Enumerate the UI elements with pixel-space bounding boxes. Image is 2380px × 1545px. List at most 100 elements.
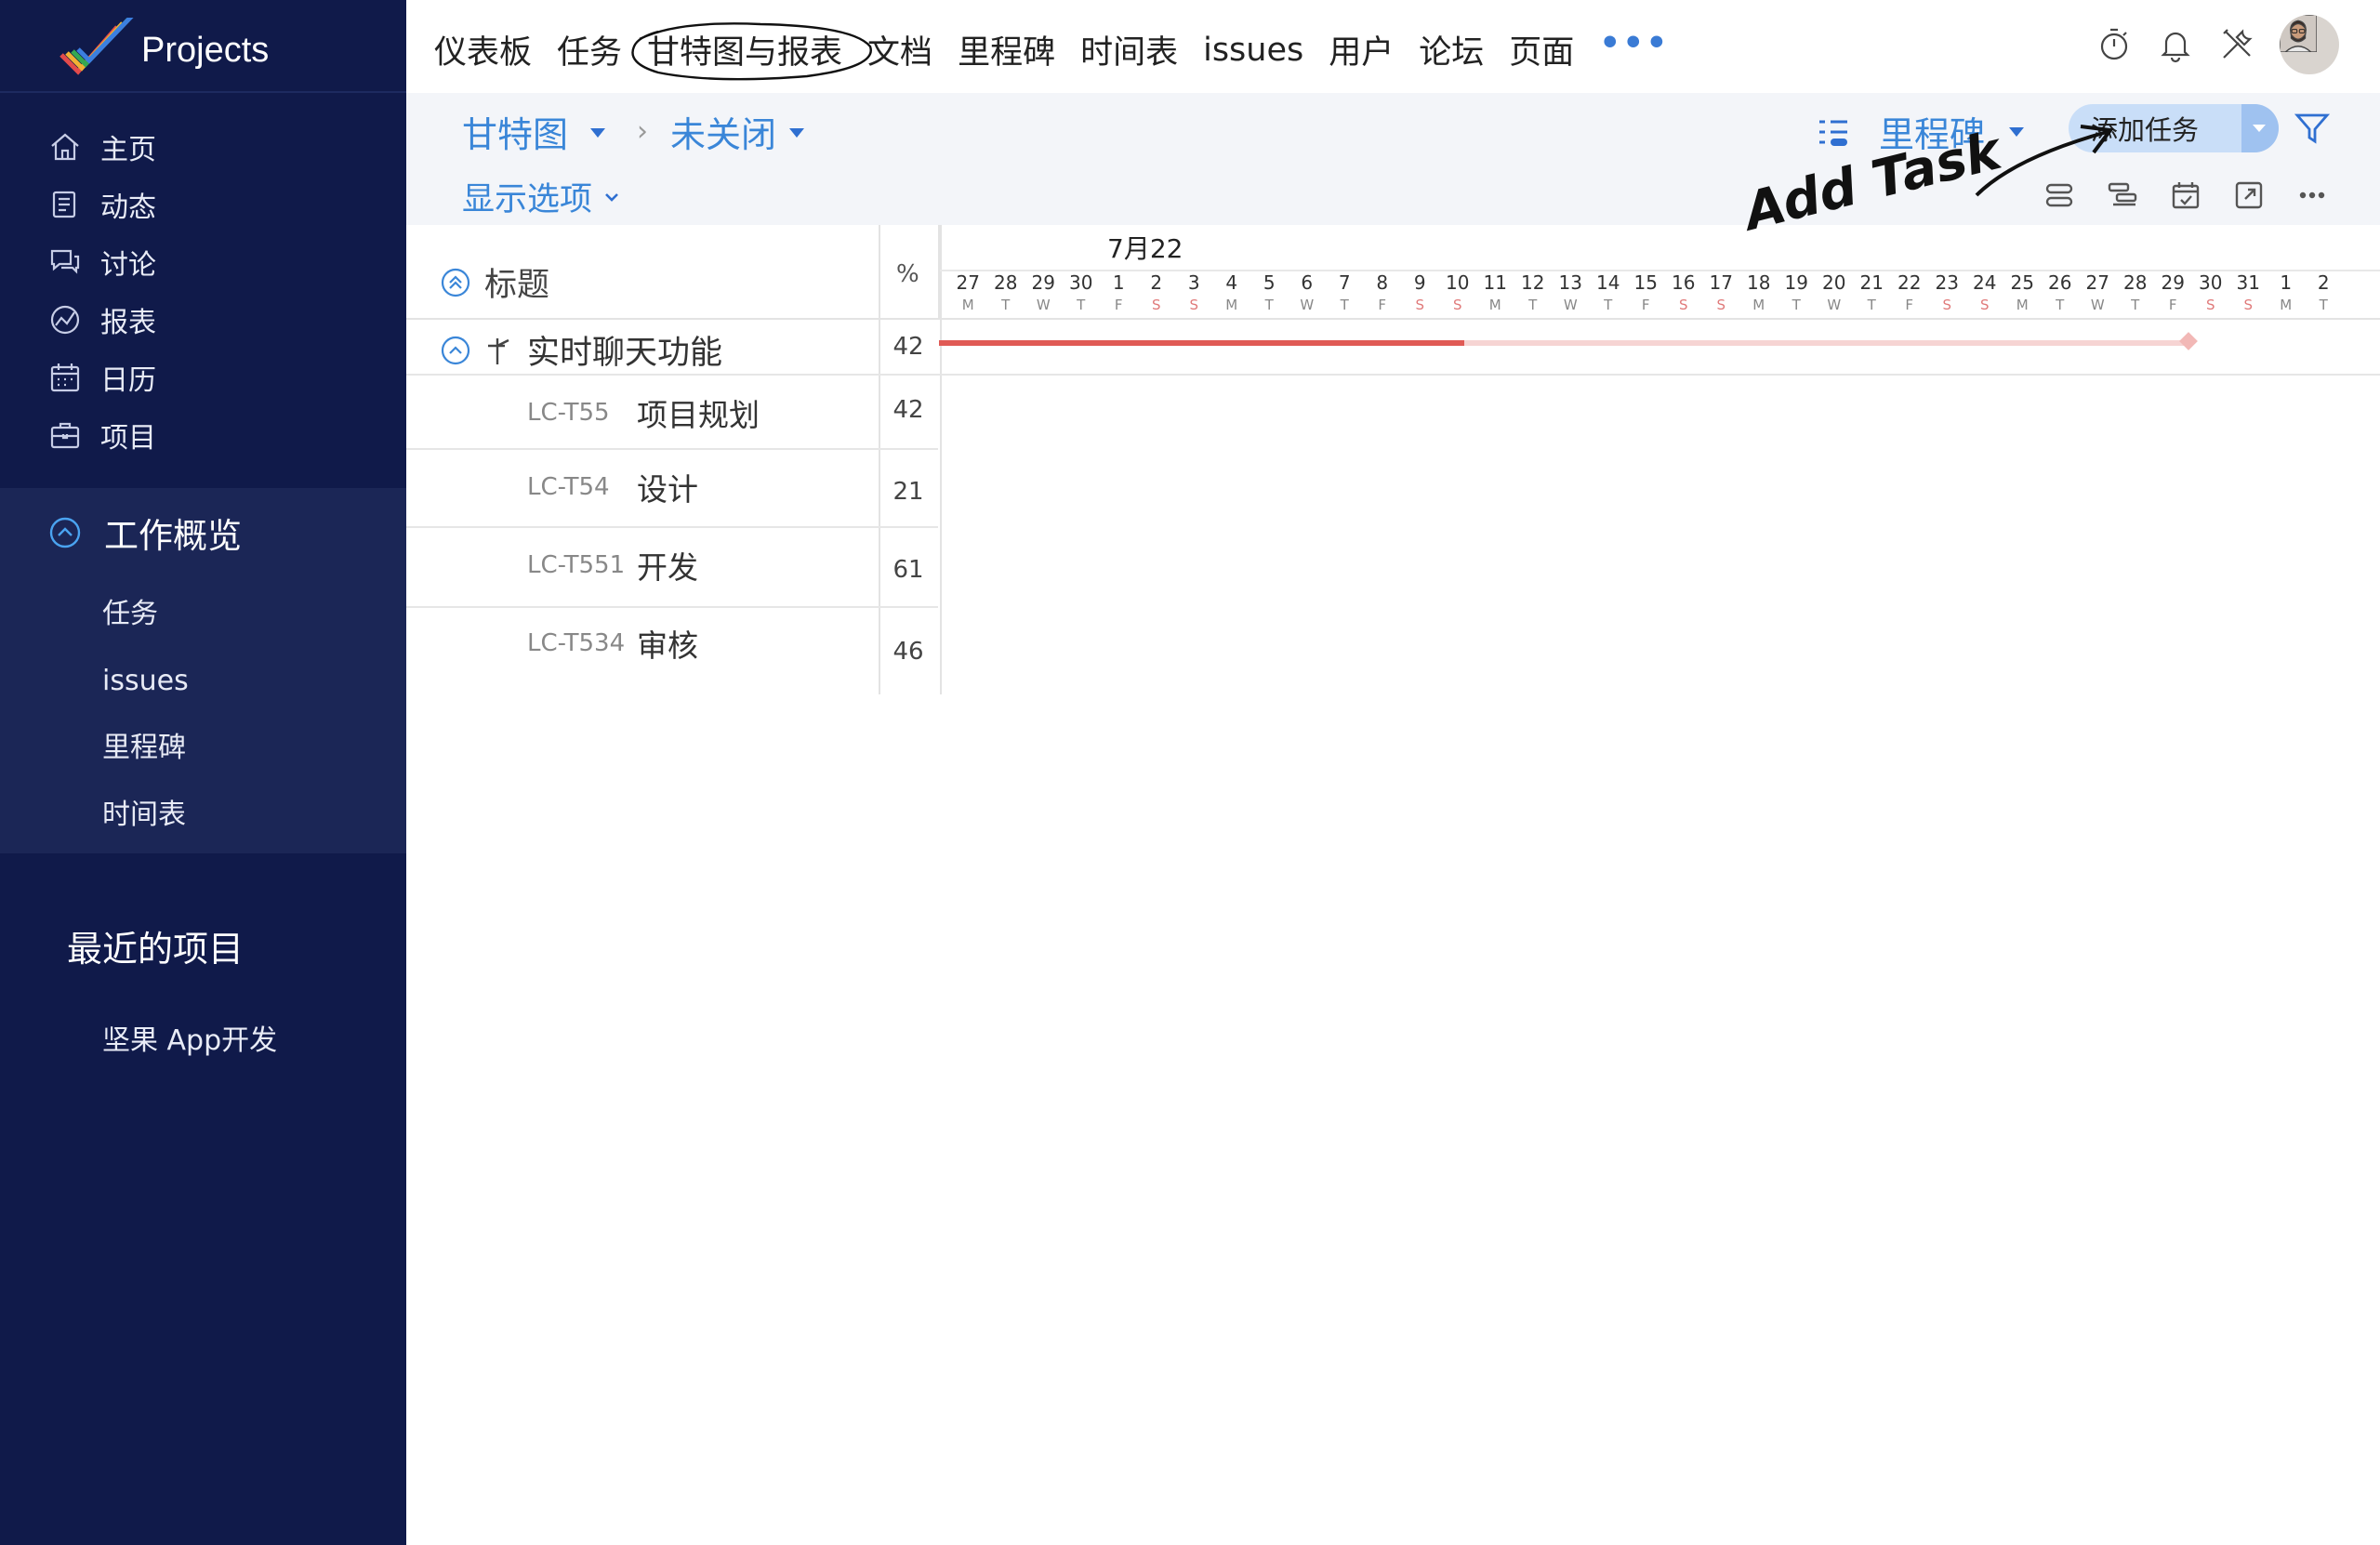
milestone-progress-bar[interactable] — [939, 340, 1464, 346]
timeline-day: 29 W — [1025, 271, 1063, 316]
user-avatar[interactable] — [2280, 15, 2339, 74]
timeline-day-number: 30 — [2199, 271, 2223, 294]
timeline-day-number: 31 — [2236, 271, 2260, 294]
task-row[interactable]: LC-T54 设计 21 — [406, 448, 938, 528]
timeline-day-number: 26 — [2048, 271, 2072, 294]
timeline-weekday: W — [1563, 297, 1578, 313]
display-options-button[interactable]: 显示选项 — [462, 173, 622, 220]
task-id: LC-T54 — [527, 473, 610, 501]
task-name[interactable]: 开发 — [637, 543, 698, 588]
task-title: LC-T55 项目规划 — [527, 390, 760, 435]
top-actions — [2071, 15, 2339, 74]
tab-dashboard[interactable]: 仪表板 — [434, 26, 532, 73]
timeline-weekday: S — [2243, 297, 2254, 313]
sidebar-item-reports[interactable]: 报表 — [48, 291, 156, 349]
work-overview-toggle[interactable]: 工作概览 — [48, 503, 242, 562]
critical-path-button[interactable] — [2106, 178, 2139, 212]
tab-users[interactable]: 用户 — [1329, 26, 1394, 73]
timeline-day: 18 M — [1740, 271, 1778, 316]
task-name[interactable]: 审核 — [637, 621, 698, 666]
tab-timesheet[interactable]: 时间表 — [1080, 26, 1178, 73]
milestone-name: 实时聊天功能 — [527, 335, 723, 372]
fullscreen-button[interactable] — [2232, 178, 2266, 212]
chevron-down-icon[interactable] — [789, 127, 805, 138]
tab-tasks[interactable]: 任务 — [557, 26, 622, 73]
sidebar-item-feed[interactable]: 动态 — [48, 176, 156, 233]
title-column-header[interactable]: 标题 — [440, 258, 549, 306]
timeline-weekday: S — [1979, 297, 1990, 313]
group-list-icon — [1819, 120, 1847, 146]
task-name[interactable]: 设计 — [637, 465, 698, 509]
sidebar-item-issues[interactable]: issues — [102, 648, 189, 715]
add-task-button[interactable]: 添加任务 — [2069, 104, 2279, 152]
tab-forum[interactable]: 论坛 — [1419, 26, 1484, 73]
timeline-day-number: 11 — [1483, 271, 1507, 294]
timeline-day-number: 24 — [1973, 271, 1997, 294]
timeline-day-number: 17 — [1709, 271, 1733, 294]
collapse-icon[interactable] — [440, 335, 471, 366]
task-name[interactable]: 项目规划 — [637, 390, 760, 435]
timeline-day-number: 1 — [1112, 271, 1125, 294]
recent-project-item[interactable]: 坚果 App开发 — [102, 1017, 277, 1058]
timeline-weekday: T — [2056, 297, 2065, 313]
tab-pages[interactable]: 页面 — [1509, 26, 1574, 73]
chevron-down-icon — [2253, 125, 2266, 132]
timer-button[interactable] — [2096, 26, 2133, 63]
recent-projects-title: 最近的项目 — [67, 929, 245, 970]
filter-icon[interactable] — [2294, 110, 2331, 147]
sidebar-item-projects[interactable]: 项目 — [48, 406, 156, 464]
more-options-button[interactable] — [2295, 178, 2329, 212]
task-row[interactable]: LC-T551 开发 61 — [406, 526, 938, 608]
collapse-all-icon[interactable] — [440, 267, 471, 298]
gantt-bars-icon — [2108, 182, 2137, 206]
status-filter[interactable]: 未关闭 — [670, 106, 776, 157]
timeline-day: 2T — [2305, 271, 2343, 316]
timeline-weekday: W — [1300, 297, 1315, 313]
timeline-day-number: 20 — [1822, 271, 1846, 294]
tab-gantt-reports[interactable]: 甘特图与报表 — [647, 26, 842, 73]
more-tabs-button[interactable]: ••• — [1599, 24, 1669, 62]
timeline-day-number: 27 — [956, 271, 980, 294]
notifications-button[interactable] — [2157, 26, 2194, 63]
app-name: Projects — [141, 30, 270, 70]
collapse-rows-button[interactable] — [2043, 178, 2076, 212]
timeline-day-number: 2 — [1150, 271, 1163, 294]
sidebar-item-calendar[interactable]: 日历 — [48, 349, 156, 406]
sidebar-item-tasks[interactable]: 任务 — [102, 581, 189, 648]
timeline-day: 11 M — [1476, 271, 1514, 316]
timeline-day-number: 25 — [2010, 271, 2034, 294]
task-id: LC-T551 — [527, 551, 626, 579]
timeline-day: 23 S — [1928, 271, 1966, 316]
timeline-month-label: 7月22 — [1107, 233, 1183, 264]
user-photo-icon — [2280, 15, 2318, 53]
add-task-dropdown[interactable] — [2241, 104, 2279, 152]
tools-icon — [2223, 29, 2253, 59]
sidebar-item-discussion[interactable]: 讨论 — [48, 233, 156, 291]
sidebar-item-home[interactable]: 主页 — [48, 118, 156, 176]
task-row[interactable]: LC-T55 项目规划 42 — [406, 374, 938, 450]
today-button[interactable] — [2169, 178, 2202, 212]
task-row[interactable]: LC-T534 审核 46 — [406, 606, 938, 693]
tab-documents[interactable]: 文档 — [867, 26, 932, 73]
calendar-check-icon — [2172, 182, 2200, 209]
timeline-weekday: S — [1942, 297, 1952, 313]
timeline-weekday: W — [1827, 297, 1842, 313]
tab-issues[interactable]: issues — [1203, 32, 1303, 69]
brand[interactable]: Projects — [56, 13, 269, 87]
breadcrumb: 甘特图 › 未关闭 — [462, 106, 805, 157]
timeline-day: 6W — [1289, 271, 1327, 316]
chevron-down-icon[interactable] — [590, 127, 606, 138]
timeline-day: 27 M — [949, 271, 987, 316]
sidebar-item-timesheet[interactable]: 时间表 — [102, 782, 189, 849]
sidebar-item-milestones[interactable]: 里程碑 — [102, 715, 189, 782]
sidebar-item-label: 动态 — [100, 191, 156, 224]
milestone-row[interactable]: 实时聊天功能 42 — [406, 318, 2380, 376]
timeline-day-number: 6 — [1301, 271, 1314, 294]
tab-milestones[interactable]: 里程碑 — [958, 26, 1055, 73]
task-percent: 46 — [892, 638, 924, 666]
timeline-day: 26 T — [2042, 271, 2080, 316]
view-selector[interactable]: 甘特图 — [462, 106, 568, 157]
timeline-day: 28 T — [2117, 271, 2155, 316]
timeline-day-number: 21 — [1859, 271, 1884, 294]
settings-button[interactable] — [2218, 26, 2255, 63]
